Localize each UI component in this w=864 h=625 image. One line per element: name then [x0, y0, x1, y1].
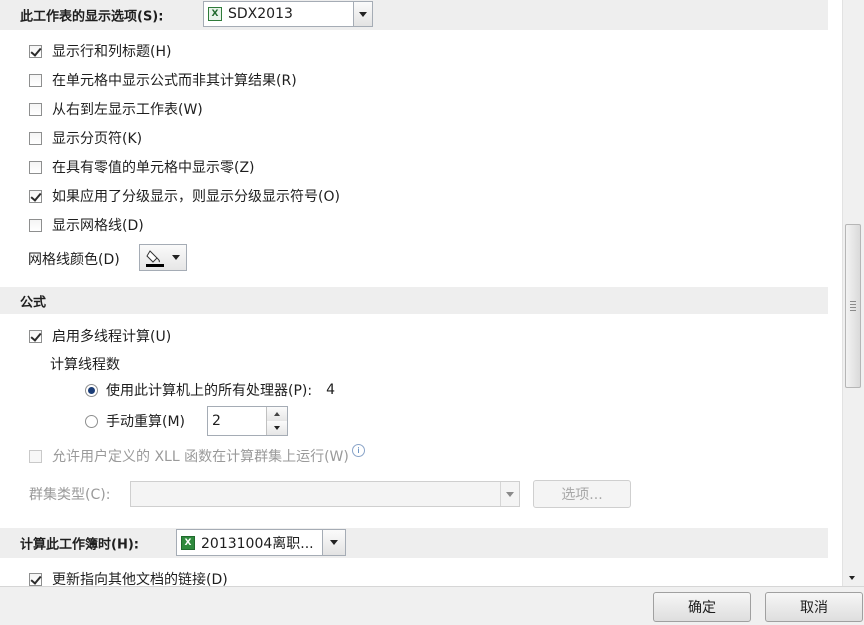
update-links-row[interactable]: 更新指向其他文档的链接(D): [29, 568, 228, 586]
chevron-up-icon: [274, 412, 280, 416]
show-zeros-label: 在具有零值的单元格中显示零(Z): [52, 160, 255, 176]
chevron-down-icon: [274, 426, 280, 430]
excel-workbook-icon: X: [181, 535, 195, 550]
show-outline-symbols-checkbox[interactable]: [29, 189, 42, 203]
sheet-select-value: SDX2013: [228, 6, 293, 22]
workbook-select-arrow[interactable]: [322, 530, 345, 555]
use-all-processors-radio[interactable]: [85, 383, 98, 397]
show-gridlines-row[interactable]: 显示网格线(D): [29, 214, 144, 236]
dialog-footer: 确定 取消: [0, 586, 864, 625]
thread-count-heading-row: 计算线程数: [50, 353, 120, 375]
multithread-row[interactable]: 启用多线程计算(U): [29, 325, 171, 347]
show-page-breaks-checkbox[interactable]: [29, 131, 42, 145]
manual-threads-spinner[interactable]: 2: [207, 406, 288, 436]
sheet-display-section-header: 此工作表的显示选项(S):: [0, 0, 828, 30]
paint-bucket-icon: [145, 248, 165, 268]
update-links-label: 更新指向其他文档的链接(D): [52, 572, 228, 586]
show-gridlines-label: 显示网格线(D): [52, 218, 144, 234]
gridline-color-picker[interactable]: [139, 244, 187, 271]
sheet-display-section-label: 此工作表的显示选项(S):: [20, 9, 164, 25]
workbook-select-dropdown[interactable]: X 20131004离职...: [176, 529, 346, 556]
scroll-down-arrow-icon[interactable]: [849, 576, 855, 580]
sheet-select-dropdown[interactable]: X SDX2013: [203, 1, 373, 27]
manual-threads-label: 手动重算(M): [106, 414, 186, 430]
show-zeros-checkbox[interactable]: [29, 160, 42, 174]
multithread-label: 启用多线程计算(U): [52, 329, 172, 345]
grip-line: [850, 301, 856, 302]
grip-line: [850, 307, 856, 308]
workbook-section-header: 计算此工作簿时(H):: [0, 528, 828, 558]
excel-sheet-icon: X: [208, 7, 222, 21]
show-headers-label: 显示行和列标题(H): [52, 44, 172, 60]
chevron-down-icon: [359, 11, 367, 17]
right-to-left-label: 从右到左显示工作表(W): [52, 102, 203, 118]
chevron-down-icon: [330, 540, 338, 545]
grip-line: [850, 304, 856, 305]
show-headers-checkbox[interactable]: [29, 44, 42, 58]
right-to-left-checkbox[interactable]: [29, 102, 42, 116]
show-formulas-checkbox[interactable]: [29, 73, 42, 87]
update-links-checkbox[interactable]: [29, 572, 42, 586]
xll-checkbox[interactable]: [29, 449, 42, 463]
use-all-processors-label: 使用此计算机上的所有处理器(P):: [106, 383, 313, 399]
cluster-type-label: 群集类型(C):: [29, 487, 111, 503]
use-all-processors-row[interactable]: 使用此计算机上的所有处理器(P): 4: [85, 379, 335, 401]
multithread-checkbox[interactable]: [29, 329, 42, 343]
processor-count: 4: [326, 382, 336, 398]
manual-threads-value: 2: [212, 413, 221, 429]
cluster-type-row: 群集类型(C):: [29, 483, 110, 505]
manual-threads-row[interactable]: 手动重算(M): [85, 410, 185, 432]
workbook-section-label: 计算此工作簿时(H):: [20, 537, 139, 553]
show-outline-symbols-row[interactable]: 如果应用了分级显示，则显示分级显示符号(O): [29, 185, 340, 207]
spinner-up-button[interactable]: [266, 407, 287, 422]
manual-threads-radio[interactable]: [85, 414, 98, 428]
gridline-color-row: 网格线颜色(D): [28, 248, 120, 270]
gridline-color-label: 网格线颜色(D): [28, 252, 120, 268]
cluster-options-button[interactable]: 选项...: [533, 480, 631, 508]
show-page-breaks-row[interactable]: 显示分页符(K): [29, 127, 142, 149]
formula-section-header: 公式: [0, 287, 828, 314]
show-headers-row[interactable]: 显示行和列标题(H): [29, 40, 171, 62]
cluster-type-arrow[interactable]: [500, 482, 519, 506]
cancel-button[interactable]: 取消: [765, 592, 863, 622]
sheet-select-arrow[interactable]: [353, 2, 372, 26]
show-zeros-row[interactable]: 在具有零值的单元格中显示零(Z): [29, 156, 255, 178]
grip-line: [850, 310, 856, 311]
show-formulas-row[interactable]: 在单元格中显示公式而非其计算结果(R): [29, 69, 297, 91]
options-pane: 此工作表的显示选项(S): X SDX2013 显示行和列标题(H) 在单元格中显…: [0, 0, 842, 586]
xll-row[interactable]: 允许用户定义的 XLL 函数在计算群集上运行(W) i: [29, 443, 365, 467]
show-page-breaks-label: 显示分页符(K): [52, 131, 143, 147]
chevron-down-icon: [172, 255, 180, 260]
scrollbar-thumb[interactable]: [845, 224, 861, 388]
spinner-down-button[interactable]: [266, 421, 287, 435]
thread-count-heading: 计算线程数: [50, 357, 120, 373]
show-formulas-label: 在单元格中显示公式而非其计算结果(R): [52, 73, 297, 89]
show-gridlines-checkbox[interactable]: [29, 218, 42, 232]
workbook-select-value: 20131004离职...: [201, 535, 314, 552]
right-to-left-row[interactable]: 从右到左显示工作表(W): [29, 98, 203, 120]
cluster-type-dropdown[interactable]: [130, 481, 520, 507]
vertical-scrollbar[interactable]: [842, 0, 864, 586]
xll-label: 允许用户定义的 XLL 函数在计算群集上运行(W): [52, 449, 349, 465]
gridline-color-swatch: [146, 264, 164, 267]
ok-button[interactable]: 确定: [653, 592, 751, 622]
formula-section-label: 公式: [20, 295, 47, 310]
show-outline-symbols-label: 如果应用了分级显示，则显示分级显示符号(O): [52, 189, 340, 205]
chevron-down-icon: [506, 491, 514, 497]
info-icon[interactable]: i: [351, 443, 365, 457]
